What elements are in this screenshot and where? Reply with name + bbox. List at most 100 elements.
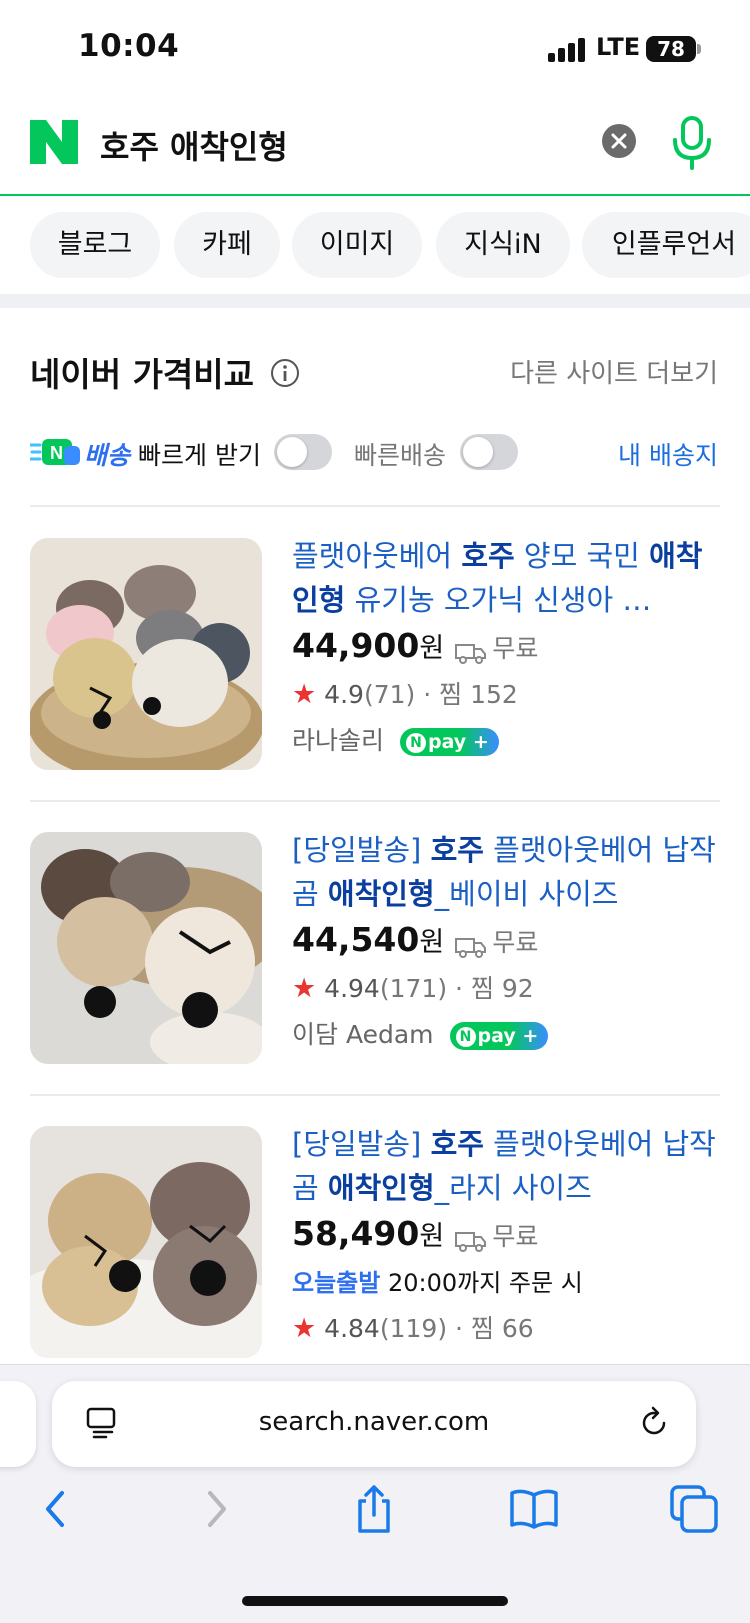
status-time: 10:04 <box>78 28 180 64</box>
fast-receive-label: 빠르게 받기 <box>138 441 261 470</box>
star-icon: ★ <box>292 679 317 710</box>
signal-icon <box>548 38 586 62</box>
wishlist-count: 찜 66 <box>470 1314 534 1343</box>
product-card[interactable]: [당일발송] 호주 플랫아웃베어 납작곰 애착인형_라지 사이즈 58,490원… <box>0 1096 750 1390</box>
status-bar: 10:04 LTE 78 <box>0 0 750 100</box>
tab-blog[interactable]: 블로그 <box>30 212 160 278</box>
fast-delivery-toggle[interactable] <box>460 434 518 470</box>
forward-icon[interactable] <box>190 1483 242 1535</box>
divider <box>30 505 720 507</box>
url-text[interactable]: search.naver.com <box>52 1407 696 1437</box>
seller-row: 이담 Aedam Npay + <box>292 1012 722 1058</box>
product-price: 44,540 <box>292 920 420 959</box>
fast-delivery-label: 빠른배송 <box>354 441 447 470</box>
info-icon[interactable] <box>270 358 300 388</box>
clear-icon[interactable] <box>602 124 636 158</box>
seller-name[interactable]: 이담 Aedam <box>292 1020 434 1049</box>
naver-logo-icon[interactable] <box>30 120 78 164</box>
product-image[interactable] <box>30 832 262 1064</box>
svg-text:N: N <box>50 443 63 463</box>
separator-dot: · <box>423 680 440 709</box>
star-icon: ★ <box>292 973 317 1004</box>
tabs-icon[interactable] <box>668 1483 720 1535</box>
rating-value: 4.9 <box>324 680 364 709</box>
product-card[interactable]: [당일발송] 호주 플랫아웃베어 납작곰 애착인형_베이비 사이즈 44,540… <box>0 802 750 1096</box>
review-count: (171) <box>379 974 448 1003</box>
product-image[interactable] <box>30 1126 262 1358</box>
tab-cafe[interactable]: 카페 <box>174 212 280 278</box>
shipping-fee: 무료 <box>492 634 539 663</box>
title-highlight: 호주 <box>430 1127 484 1161</box>
product-title[interactable]: [당일발송] 호주 플랫아웃베어 납작곰 애착인형_베이비 사이즈 <box>292 828 722 916</box>
home-indicator[interactable] <box>242 1596 508 1606</box>
currency: 원 <box>419 927 445 958</box>
share-icon[interactable] <box>348 1483 400 1535</box>
filter-row: N 배송 빠르게 받기 빠른배송 내 배송지 <box>0 428 750 478</box>
npay-badge: Npay + <box>449 1022 549 1050</box>
product-title[interactable]: [당일발송] 호주 플랫아웃베어 납작곰 애착인형_라지 사이즈 <box>292 1122 722 1210</box>
browser-bottom-bar: search.naver.com <box>0 1364 750 1623</box>
product-price: 44,900 <box>292 626 420 665</box>
npay-delivery-label: 배송 <box>84 441 131 470</box>
delivery-row: 오늘출발 20:00까지 주문 시 <box>292 1260 722 1306</box>
separator-dot: · <box>455 1314 471 1343</box>
section-separator <box>0 294 750 308</box>
address-bar[interactable]: search.naver.com <box>52 1381 696 1467</box>
truck-icon <box>455 643 487 664</box>
battery-icon: 78 <box>646 36 696 62</box>
rating-row: ★ 4.94(171) · 찜 92 <box>292 966 722 1012</box>
shipping-fee: 무료 <box>492 928 539 957</box>
title-text: [당일발송] <box>292 833 431 867</box>
seller-row: 라나솔리 Npay + <box>292 718 722 764</box>
seller-name[interactable]: 라나솔리 <box>292 726 384 755</box>
tab-kin[interactable]: 지식iN <box>436 212 570 278</box>
npay-badge: Npay + <box>399 728 499 756</box>
review-count: (119) <box>379 1314 448 1343</box>
title-text: [당일발송] <box>292 1127 431 1161</box>
npay-label: pay <box>477 1025 516 1047</box>
tab-images[interactable]: 이미지 <box>292 212 422 278</box>
section-title: 네이버 가격비교 <box>30 355 255 394</box>
rating-value: 4.84 <box>324 1314 380 1343</box>
tab-influencer[interactable]: 인플루언서 <box>582 212 750 278</box>
title-text: _라지 사이즈 <box>434 1171 592 1205</box>
star-icon: ★ <box>292 1313 317 1344</box>
title-text: _베이비 사이즈 <box>434 877 619 911</box>
search-header: 호주 애착인형 <box>0 100 750 196</box>
previous-tab-preview[interactable] <box>0 1381 36 1467</box>
fast-receive-toggle[interactable] <box>274 434 332 470</box>
product-image[interactable] <box>30 538 262 770</box>
browser-toolbar <box>0 1483 750 1543</box>
rating-row: ★ 4.84(119) · 찜 66 <box>292 1306 722 1352</box>
today-dispatch-tag: 오늘출발 <box>292 1269 381 1297</box>
battery-nub <box>697 44 701 54</box>
title-highlight: 호주 <box>461 539 515 573</box>
network-type: LTE <box>596 33 641 61</box>
dispatch-deadline: 20:00까지 주문 시 <box>387 1269 583 1297</box>
price-row: 58,490원 무료 <box>292 1214 722 1260</box>
title-text: 유기농 오가닉 신생아 … <box>345 583 652 617</box>
title-highlight: 애착인형 <box>327 877 435 911</box>
mic-icon[interactable] <box>668 114 716 170</box>
title-text: 양모 국민 <box>514 539 650 573</box>
title-text: 플랫아웃베어 <box>292 539 462 573</box>
review-count: (71) <box>363 680 416 709</box>
more-sites-link[interactable]: 다른 사이트 더보기 <box>510 353 718 390</box>
title-highlight: 애착인형 <box>327 1171 435 1205</box>
search-input[interactable]: 호주 애착인형 <box>100 122 288 168</box>
bookmarks-icon[interactable] <box>508 1483 560 1535</box>
product-title[interactable]: 플랫아웃베어 호주 양모 국민 애착 인형 유기농 오가닉 신생아 … <box>292 534 722 622</box>
price-row: 44,540원 무료 <box>292 920 722 966</box>
shipping-fee: 무료 <box>492 1222 539 1251</box>
product-card[interactable]: 플랫아웃베어 호주 양모 국민 애착 인형 유기농 오가닉 신생아 … 44,9… <box>0 508 750 802</box>
product-price: 58,490 <box>292 1214 420 1253</box>
my-address-link[interactable]: 내 배송지 <box>618 436 718 472</box>
truck-icon <box>455 1231 487 1252</box>
rating-row: ★ 4.9(71) · 찜 152 <box>292 672 722 718</box>
truck-icon <box>455 937 487 958</box>
price-row: 44,900원 무료 <box>292 626 722 672</box>
back-icon[interactable] <box>30 1483 82 1535</box>
reload-icon[interactable] <box>636 1405 672 1441</box>
rating-value: 4.94 <box>324 974 380 1003</box>
currency: 원 <box>419 1221 445 1252</box>
